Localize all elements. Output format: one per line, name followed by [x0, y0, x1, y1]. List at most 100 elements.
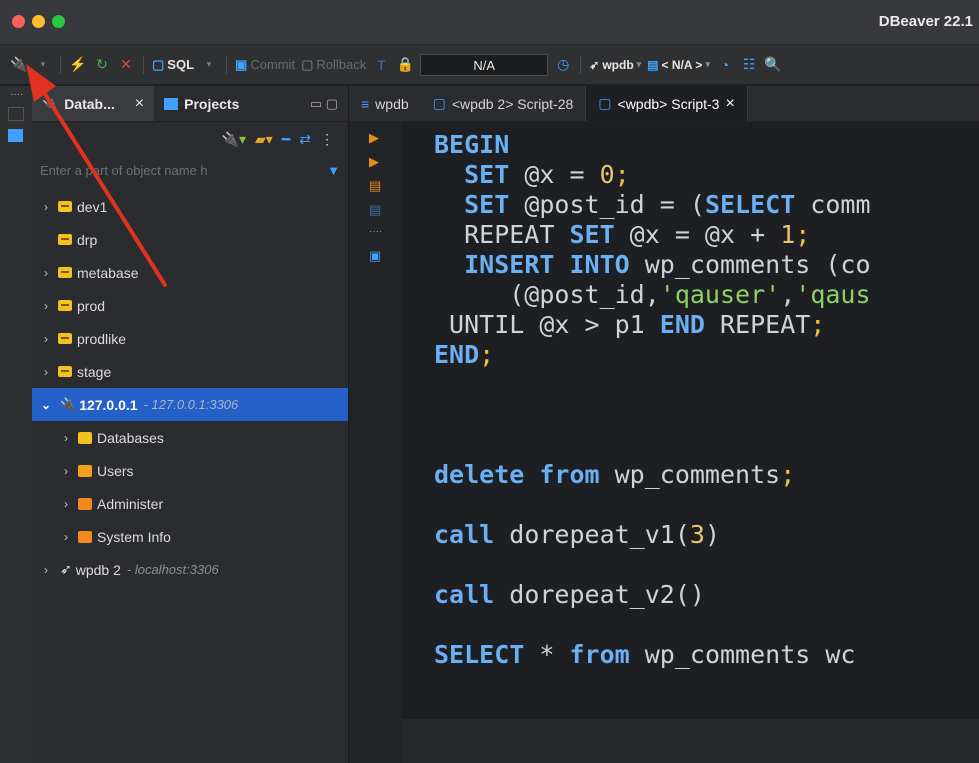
link-with-editor-icon[interactable]: ⇄ [299, 131, 311, 148]
connection-host-label: - localhost:3306 [126, 562, 219, 577]
sql-code[interactable]: BEGIN SET @x = 0; SET @post_id = (SELECT… [434, 130, 871, 670]
toolbar-separator [60, 55, 61, 74]
minimize-view-icon[interactable]: ▭ ▢ [310, 96, 338, 112]
tree-item-users[interactable]: › Users [32, 454, 348, 487]
rollback-button[interactable]: ▢ Rollback [301, 57, 366, 73]
active-schema-label: < N/A > [661, 57, 703, 72]
more-icon[interactable]: ···· [10, 89, 23, 100]
chevron-right-icon[interactable]: › [58, 431, 74, 445]
tree-item-prodlike[interactable]: › prodlike [32, 322, 348, 355]
explain-plan-icon[interactable]: ▤ [369, 202, 383, 217]
tree-item-label: dev1 [77, 198, 108, 215]
tree-item-administer[interactable]: › Administer [32, 487, 348, 520]
active-connection-selector[interactable]: ➶ wpdb ▾ [589, 58, 641, 72]
chevron-right-icon[interactable]: › [58, 464, 74, 478]
filter-input[interactable]: Enter a part of object name h [40, 163, 327, 178]
sql-editor-panel: ≡ wpdb ▢ <wpdb 2> Script-28 ▢ <wpdb> Scr… [349, 86, 979, 763]
tree-item-label: drp [77, 231, 98, 248]
new-folder-icon[interactable]: ▰▾ [255, 131, 273, 148]
disconnect-icon[interactable]: ✕ [117, 56, 135, 74]
users-icon [78, 464, 92, 477]
tab-label: <wpdb> Script-3 [617, 95, 720, 112]
tree-item-databases[interactable]: › Databases [32, 421, 348, 454]
tree-item-metabase[interactable]: › metabase [32, 256, 348, 289]
sql-editor-button[interactable]: ▢ SQL [152, 57, 194, 73]
close-icon[interactable]: × [135, 95, 144, 113]
tree-item-label: stage [77, 363, 112, 380]
sql-editor-label: SQL [167, 57, 195, 72]
execute-in-new-tab-icon[interactable]: ▶ [369, 154, 383, 169]
chevron-down-icon[interactable]: ▾ [200, 56, 218, 74]
chevron-right-icon[interactable]: › [38, 266, 54, 280]
chevron-right-icon[interactable]: › [58, 530, 74, 544]
view-menu-icon[interactable]: ⋮ [320, 131, 334, 148]
editor-tabs: ≡ wpdb ▢ <wpdb 2> Script-28 ▢ <wpdb> Scr… [349, 86, 979, 122]
chevron-right-icon[interactable]: › [38, 332, 54, 346]
tree-item-label: prodlike [77, 330, 127, 347]
terminal-icon[interactable]: ▣ [369, 248, 383, 263]
execute-script-icon[interactable]: ▤ [369, 178, 383, 193]
tab-label: Datab... [64, 95, 115, 112]
more-icon[interactable]: ···· [369, 226, 383, 240]
window-title: DBeaver 22.1 [878, 13, 973, 30]
chevron-right-icon[interactable]: › [38, 200, 54, 214]
filter-icon[interactable]: ▼ [327, 163, 340, 178]
commit-label: Commit [250, 57, 296, 72]
connection-folder-icon [58, 267, 72, 278]
tree-item-127-0-0-1[interactable]: ⌄ 🔌 127.0.0.1 - 127.0.0.1:3306 [32, 388, 348, 421]
tree-item-prod[interactable]: › prod [32, 289, 348, 322]
databases-icon [78, 431, 92, 444]
toolbar-separator [226, 55, 228, 74]
tab-projects[interactable]: Projects [154, 86, 249, 121]
main-toolbar: 🔌 ▾ ⚡ ↻ ✕ ▢ SQL ▾ ▣ Commit ▢ Rollback T … [0, 45, 979, 85]
transaction-mode-icon[interactable]: T [372, 56, 390, 74]
chevron-right-icon[interactable]: › [58, 497, 74, 511]
minimize-window-button[interactable] [32, 15, 45, 28]
connection-icon: ≡ [361, 95, 370, 112]
system-info-icon [78, 530, 92, 543]
sql-editor-icon: ▢ [152, 56, 165, 72]
tree-item-drp[interactable]: drp [32, 223, 348, 256]
connect-icon[interactable]: ⚡ [69, 56, 87, 74]
new-connection-icon[interactable]: 🔌▾ [222, 131, 246, 148]
editor-side-toolbar: ▶ ▶ ▤ ▤ ···· ▣ [349, 122, 401, 763]
close-icon[interactable]: × [725, 95, 734, 113]
tree-item-wpdb-2[interactable]: › ➶ wpdb 2 - localhost:3306 [32, 553, 348, 586]
chevron-right-icon[interactable]: › [38, 365, 54, 379]
collapse-all-icon[interactable]: ━ [282, 131, 290, 148]
search-icon[interactable]: 🔍 [764, 56, 782, 74]
tab-wpdb-2-script-28[interactable]: ▢ <wpdb 2> Script-28 [421, 86, 586, 121]
chevron-right-icon[interactable]: › [38, 299, 54, 313]
er-diagram-icon[interactable]: ☷ [740, 56, 758, 74]
tab-database-navigator[interactable]: 🔌 Datab... × [32, 86, 155, 121]
minimized-view-icon[interactable] [8, 129, 23, 142]
commit-button[interactable]: ▣ Commit [235, 57, 295, 73]
chevron-down-icon[interactable]: ⌄ [38, 398, 54, 412]
chevron-down-icon[interactable]: ▾ [34, 56, 52, 74]
execute-statement-icon[interactable]: ▶ [369, 130, 383, 145]
tab-wpdb[interactable]: ≡ wpdb [349, 86, 421, 121]
restore-icon[interactable] [8, 107, 24, 121]
toolbar-separator [580, 55, 582, 74]
chevron-down-icon: ▾ [705, 59, 710, 69]
history-icon[interactable]: ◷ [554, 56, 572, 74]
tree-item-stage[interactable]: › stage [32, 355, 348, 388]
tree-item-label: Users [97, 462, 134, 479]
lock-icon[interactable]: 🔒 [396, 56, 414, 74]
active-schema-selector[interactable]: ▤ < N/A > ▾ [647, 58, 710, 72]
close-window-button[interactable] [12, 15, 25, 28]
toolbar-separator [143, 55, 144, 74]
tree-item-system-info[interactable]: › System Info [32, 520, 348, 553]
tab-wpdb-script-3[interactable]: ▢ <wpdb> Script-3 × [585, 86, 748, 121]
tree-item-dev1[interactable]: › dev1 [32, 190, 348, 223]
invalidate-reconnect-icon[interactable]: ↻ [93, 56, 111, 74]
connection-icon: ➶ [589, 57, 600, 72]
chevron-right-icon[interactable]: › [38, 563, 54, 577]
zoom-window-button[interactable] [52, 15, 65, 28]
transaction-log-field[interactable]: N/A [420, 53, 549, 76]
new-connection-icon[interactable]: 🔌 [10, 56, 28, 74]
dashboard-icon[interactable]: ◔ [716, 56, 734, 74]
tree-item-label: metabase [77, 264, 139, 281]
tab-label: Projects [184, 95, 240, 112]
navigator-filter[interactable]: Enter a part of object name h ▼ [40, 156, 340, 184]
